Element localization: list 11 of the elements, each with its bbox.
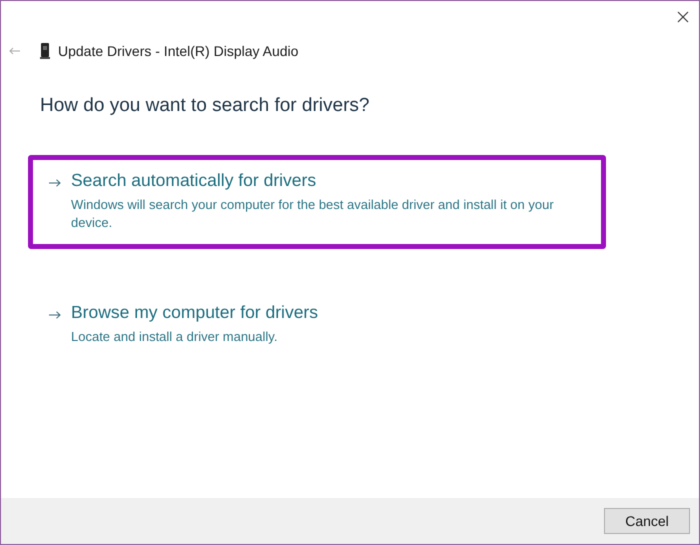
page-heading: How do you want to search for drivers? <box>40 95 370 117</box>
cancel-button[interactable]: Cancel <box>604 508 690 534</box>
device-icon <box>40 43 50 59</box>
option-description: Locate and install a driver manually. <box>71 328 278 346</box>
close-icon[interactable] <box>677 11 689 23</box>
option-description: Windows will search your computer for the best available driver and install it on your device. <box>71 196 555 232</box>
window-title: Update Drivers - Intel(R) Display Audio <box>58 43 298 59</box>
arrow-icon <box>49 311 61 319</box>
option-link[interactable]: Browse my computer for drivers <box>71 302 318 323</box>
arrow-icon <box>49 179 61 187</box>
option-link[interactable]: Search automatically for drivers <box>71 170 316 191</box>
